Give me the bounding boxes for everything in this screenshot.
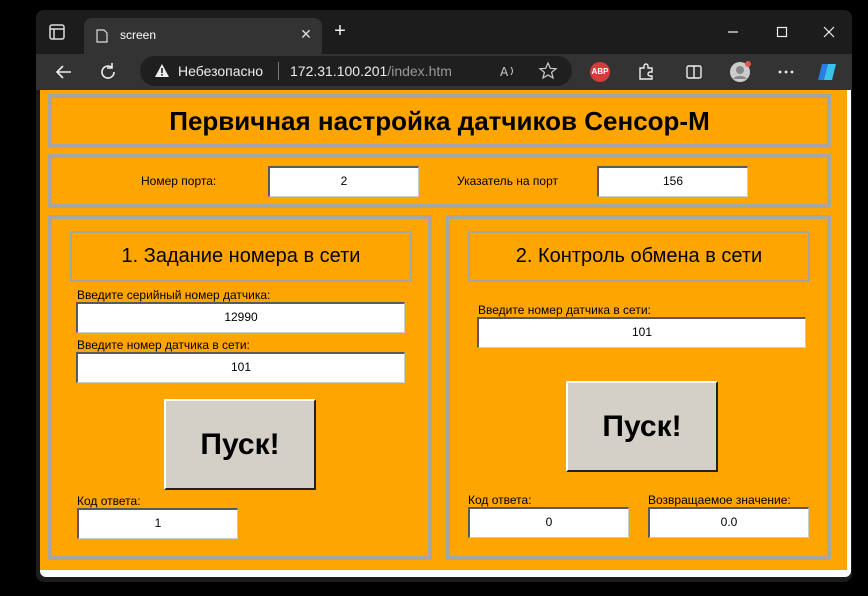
port-number-label: Номер порта: [141, 174, 217, 188]
serial-number-label: Введите серийный номер датчика: [77, 288, 271, 302]
section1-title: 1. Задание номера в сети [121, 245, 361, 267]
start-button-section2[interactable]: Пуск! [566, 381, 718, 472]
copilot-icon[interactable] [816, 60, 840, 84]
warning-icon[interactable] [154, 63, 170, 79]
url-text[interactable]: 172.31.100.201/index.htm [290, 63, 452, 79]
port-frame: Номер порта: 2 Указатель на порт 156 [48, 154, 831, 208]
tab-actions-icon[interactable] [48, 23, 66, 41]
tab-title: screen [120, 28, 157, 42]
maximize-icon[interactable] [770, 20, 794, 44]
refresh-icon[interactable] [96, 60, 120, 84]
tab-strip: screen ✕ + [36, 10, 852, 54]
tab-active[interactable]: screen ✕ [84, 18, 322, 54]
net-number-field-2[interactable]: 101 [477, 317, 806, 348]
title-frame: Первичная настройка датчиков Сенсор-М [48, 94, 831, 148]
favorite-star-icon[interactable] [538, 61, 558, 81]
section1-title-box: 1. Задание номера в сети [70, 231, 412, 282]
address-separator [278, 62, 279, 80]
return-value-field[interactable]: 0.0 [648, 507, 809, 538]
more-menu-icon[interactable] [774, 60, 798, 84]
svg-text:A: A [500, 65, 509, 79]
net-number-label: Введите номер датчика в сети: [77, 338, 250, 352]
serial-number-field[interactable]: 12990 [76, 302, 405, 333]
section2-title: 2. Контроль обмена в сети [515, 245, 763, 267]
split-screen-icon[interactable] [682, 60, 706, 84]
profile-avatar-icon[interactable] [728, 60, 752, 84]
response-code-label-2: Код ответа: [468, 493, 532, 507]
page-title: Первичная настройка датчиков Сенсор-М [169, 105, 710, 136]
close-window-icon[interactable] [817, 20, 841, 44]
response-code-field[interactable]: 1 [77, 508, 238, 539]
net-number-label-2: Введите номер датчика в сети: [478, 303, 651, 317]
read-aloud-icon[interactable]: A [498, 61, 518, 81]
port-pointer-label: Указатель на порт [457, 174, 558, 188]
url-host: 172.31.100.201 [290, 63, 388, 79]
response-code-field-2[interactable]: 0 [468, 507, 629, 538]
close-tab-icon[interactable]: ✕ [298, 26, 314, 42]
page-body: Первичная настройка датчиков Сенсор-М Но… [40, 90, 847, 570]
port-pointer-field[interactable]: 156 [597, 166, 748, 197]
minimize-icon[interactable] [721, 20, 745, 44]
section2-frame: 2. Контроль обмена в сети Введите номер … [446, 215, 831, 560]
address-bar[interactable]: Небезопасно 172.31.100.201/index.htm A [140, 56, 572, 86]
section2-title-box: 2. Контроль обмена в сети [468, 231, 810, 282]
url-path: /index.htm [387, 63, 452, 79]
extensions-icon[interactable] [634, 60, 658, 84]
return-value-label: Возвращаемое значение: [648, 493, 791, 507]
adblock-icon[interactable]: ABP [590, 62, 610, 82]
port-number-field[interactable]: 2 [268, 166, 419, 197]
response-code-label: Код ответа: [77, 494, 141, 508]
browser-window: screen ✕ + Небезопасно 172.31.100.201/in… [36, 10, 852, 582]
security-status[interactable]: Небезопасно [178, 63, 263, 79]
browser-toolbar: Небезопасно 172.31.100.201/index.htm A A… [36, 54, 852, 90]
page-icon [96, 29, 108, 43]
new-tab-icon[interactable]: + [330, 21, 350, 42]
net-number-field[interactable]: 101 [76, 352, 405, 383]
page-viewport: Первичная настройка датчиков Сенсор-М Но… [40, 90, 851, 577]
page-title-wrap: Первичная настройка датчиков Сенсор-М [52, 98, 827, 144]
back-icon[interactable] [52, 60, 76, 84]
start-button-section1[interactable]: Пуск! [164, 399, 316, 490]
section1-frame: 1. Задание номера в сети Введите серийны… [48, 215, 432, 560]
